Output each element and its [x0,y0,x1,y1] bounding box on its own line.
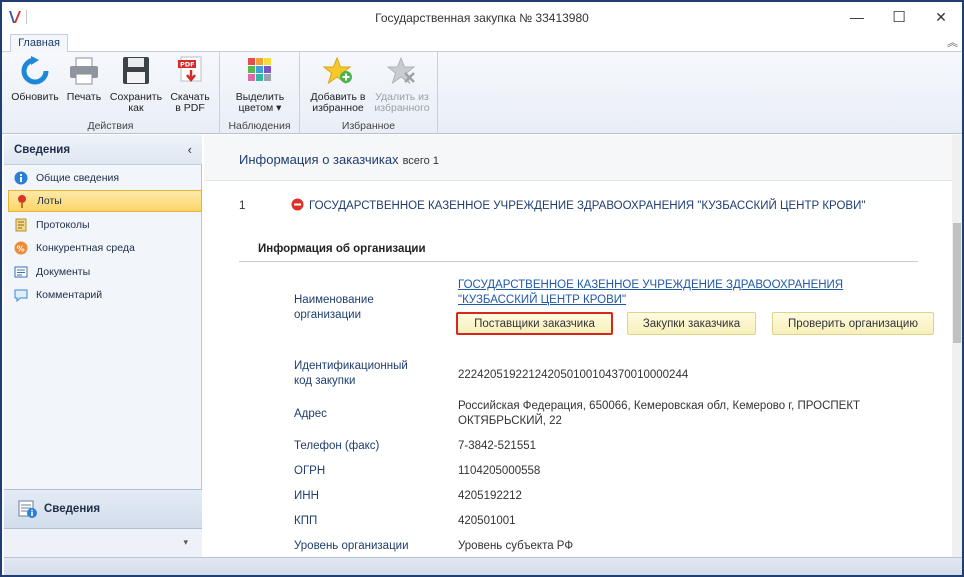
customer-number: 1 [239,200,246,212]
highlight-color-button[interactable]: Выделить цветом ▾ [228,56,292,114]
ikz-value: 222420519221242050100104370010000244 [458,369,689,381]
sidebar-item-label: Конкурентная среда [36,242,135,254]
chevron-down-icon[interactable]: ▾ [183,537,188,548]
vertical-scrollbar[interactable] [952,135,962,557]
download-pdf-button[interactable]: PDF Скачать в PDF [166,56,214,114]
ribbon: Обновить Печать Сохранить как PDF Скачат… [2,52,962,134]
customer-name: ГОСУДАРСТВЕННОЕ КАЗЕННОЕ УЧРЕЖДЕНИЕ ЗДРА… [309,200,866,212]
minimize-button[interactable]: — [834,2,880,32]
stop-icon [291,198,304,211]
section-title: Информация о заказчиках всего 1 [239,152,439,167]
ribbon-group-actions: Обновить Печать Сохранить как PDF Скачат… [2,52,220,134]
ribbon-tab-row: Главная ︽ [2,32,962,53]
window-title: Государственная закупка № 33413980 [375,11,589,25]
org-level-label: Уровень организации [294,540,409,552]
refresh-icon [21,56,49,85]
sidebar-item-lots[interactable]: Лоты [8,190,202,212]
left-navigation-panel: Сведения ‹ Общие сведения Лоты Протоколы… [4,135,202,557]
ribbon-group-observations-label: Наблюдения [228,120,291,132]
nav-bottom-title: Сведения [44,503,101,515]
sidebar-item-label: Комментарий [36,289,103,301]
org-info-title: Информация об организации [258,243,426,255]
divider [239,261,918,262]
star-remove-icon [386,56,416,85]
sidebar-item-general[interactable]: Общие сведения [8,167,202,189]
lot-icon [15,194,29,208]
sidebar-item-label: Лоты [37,195,62,207]
svg-text:%: % [17,245,25,254]
save-as-button[interactable]: Сохранить как [108,56,164,114]
org-name-link[interactable]: ГОСУДАРСТВЕННОЕ КАЗЕННОЕ УЧРЕЖДЕНИЕ ЗДРА… [458,278,878,308]
sidebar-item-label: Протоколы [36,219,90,231]
floppy-disk-icon [123,57,149,84]
star-add-icon [322,56,352,85]
phone-label: Телефон (факс) [294,440,380,452]
refresh-button[interactable]: Обновить [10,56,60,103]
customers-header: Информация о заказчиках всего 1 [204,135,952,181]
details-info-icon [18,500,37,518]
ogrn-value: 1104205000558 [458,465,541,477]
info-icon [14,171,28,185]
sidebar-item-label: Общие сведения [36,172,120,184]
sidebar-item-competition[interactable]: % Конкурентная среда [8,237,202,259]
status-bar [4,557,962,575]
nav-header-title: Сведения [14,144,71,156]
documents-icon [14,265,28,279]
check-organization-button[interactable]: Проверить организацию [772,312,934,335]
nav-bottom-section[interactable]: Сведения [4,489,202,529]
application-window: Государственная закупка № 33413980 — ☐ ✕… [0,0,964,577]
ribbon-collapse-icon[interactable]: ︽ [947,34,958,50]
print-button[interactable]: Печать [62,56,106,103]
printer-icon [70,57,98,85]
kpp-value: 420501001 [458,515,516,527]
customer-purchases-button[interactable]: Закупки заказчика [627,312,756,335]
ribbon-group-favorites-label: Избранное [341,120,396,132]
kpp-label: КПП [294,515,318,527]
phone-value: 7-3842-521551 [458,440,537,452]
section-count: всего 1 [402,155,439,167]
sidebar-item-label: Документы [36,266,91,278]
protocol-icon [14,218,28,232]
maximize-button[interactable]: ☐ [876,2,922,32]
ogrn-label: ОГРН [294,465,326,477]
remove-from-favorites-button[interactable]: Удалить из избранного [370,56,434,114]
address-label: Адрес [294,408,327,420]
svg-text:PDF: PDF [180,61,195,69]
ribbon-group-actions-label: Действия [87,120,134,132]
address-value: Российская Федерация, 650066, Кемеровска… [458,400,861,427]
org-level-value: Уровень субъекта РФ [458,540,574,552]
ikz-label: Идентификационный код закупки [294,360,408,387]
inn-value: 4205192212 [458,490,522,502]
add-to-favorites-button[interactable]: Добавить в избранное [306,56,370,114]
tab-main[interactable]: Главная [10,34,68,53]
pdf-download-icon: PDF [178,56,202,83]
comment-icon [14,288,28,302]
nav-collapse-icon[interactable]: ‹ [188,142,192,157]
sidebar-item-comment[interactable]: Комментарий [8,284,202,306]
color-grid-icon [248,58,271,81]
title-bar: Государственная закупка № 33413980 — ☐ ✕ [2,2,962,32]
close-button[interactable]: ✕ [918,2,964,32]
sidebar-item-documents[interactable]: Документы [8,261,202,283]
ribbon-group-favorites: Добавить в избранное Удалить из избранно… [300,52,438,134]
scrollbar-thumb[interactable] [953,223,961,343]
nav-header: Сведения ‹ [4,135,202,165]
inn-label: ИНН [294,490,319,502]
nav-footer: ▾ [4,529,202,557]
ribbon-group-observations: Выделить цветом ▾ Наблюдения [220,52,300,134]
main-content: Информация о заказчиках всего 1 1 ГОСУДАР… [204,135,952,557]
sidebar-item-protocols[interactable]: Протоколы [8,214,202,236]
customer-suppliers-button[interactable]: Поставщики заказчика [456,312,613,335]
competition-icon: % [14,241,28,255]
org-name-label: Наименование организации [294,294,374,321]
